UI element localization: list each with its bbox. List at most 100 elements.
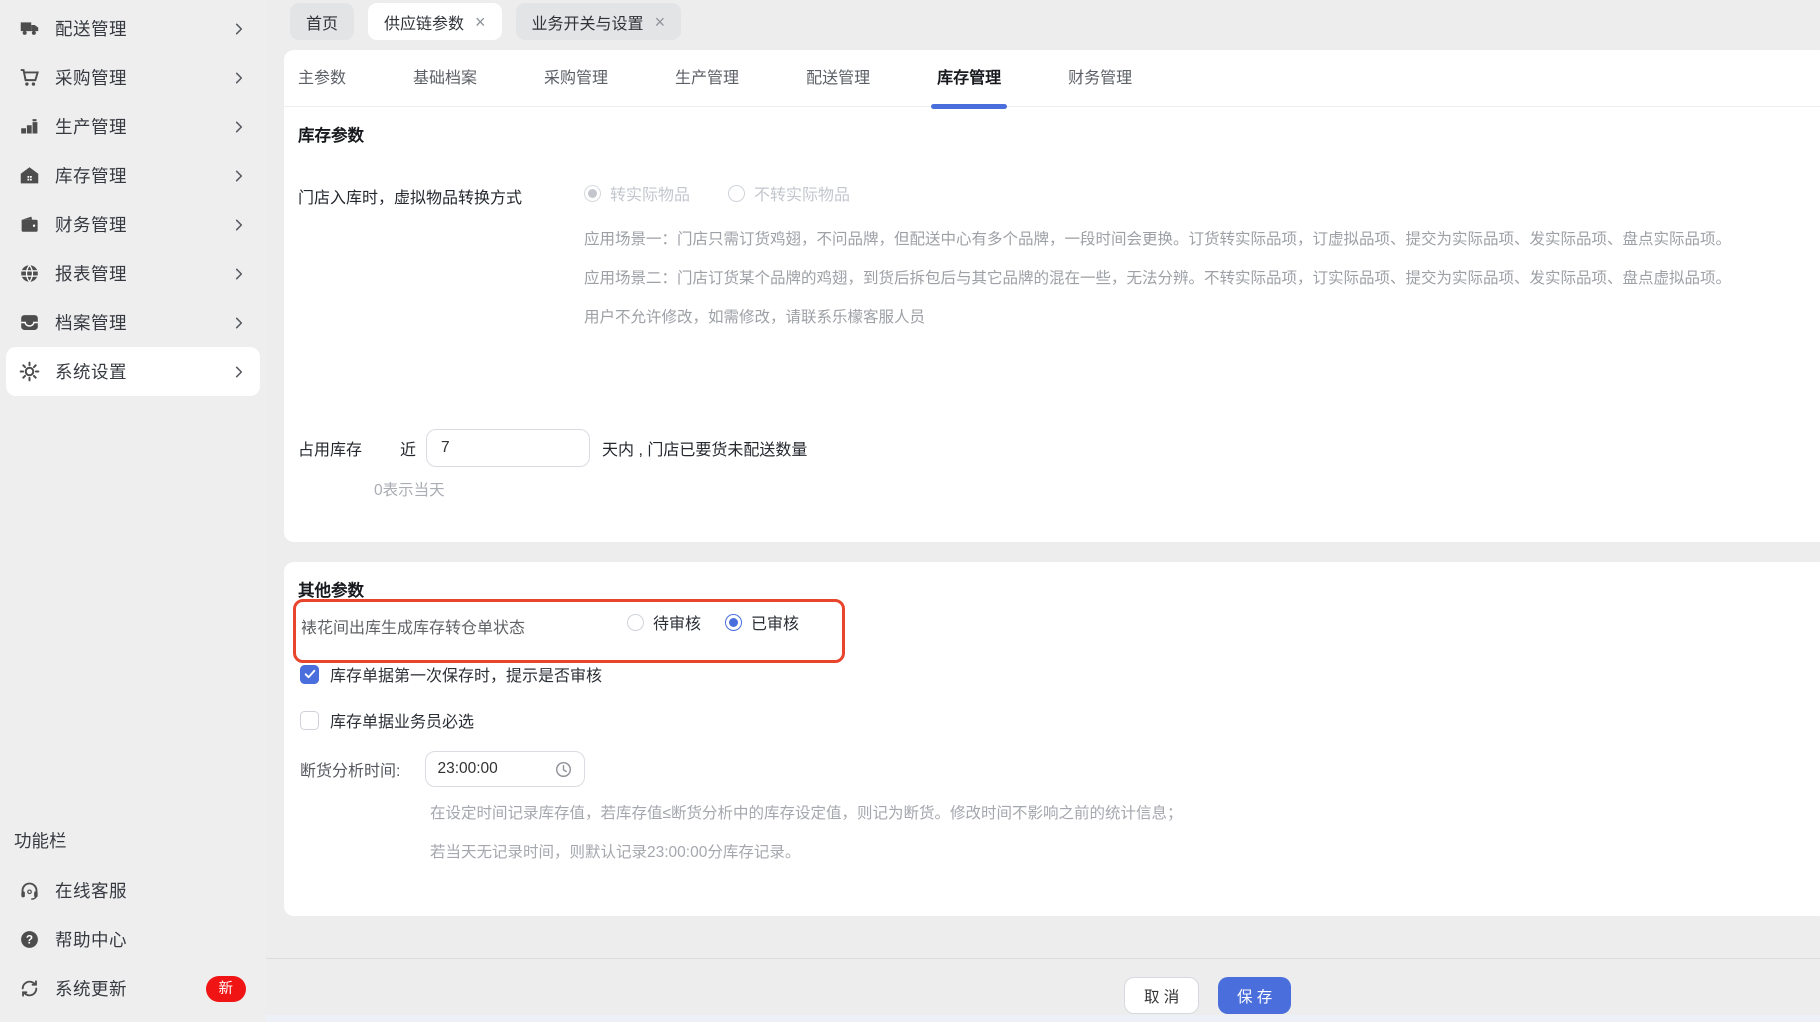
sidebar-item-inventory[interactable]: 库存管理 <box>6 151 260 200</box>
sidebar-item-label: 财务管理 <box>55 215 127 235</box>
cancel-button[interactable]: 取 消 <box>1124 977 1200 1014</box>
clock-icon[interactable] <box>554 760 573 779</box>
section-title-other: 其他参数 <box>298 582 364 600</box>
sidebar-item-reports[interactable]: 报表管理 <box>6 249 260 298</box>
truck-icon <box>18 18 40 40</box>
tab-label: 供应链参数 <box>384 15 465 33</box>
sidebar-item-label: 档案管理 <box>55 313 127 333</box>
section-title-inventory: 库存参数 <box>298 127 364 145</box>
param-tab-production[interactable]: 生产管理 <box>675 50 739 107</box>
occupy-days-input[interactable] <box>426 429 591 467</box>
occupy-inventory-label: 占用库存 <box>298 442 363 459</box>
sidebar-item-help-center[interactable]: ? 帮助中心 <box>6 915 260 964</box>
bottom-strip <box>266 1015 1820 1022</box>
save-button[interactable]: 保 存 <box>1218 977 1292 1014</box>
radio-label: 不转实际物品 <box>754 187 851 204</box>
stockout-time-picker[interactable] <box>425 751 586 787</box>
sidebar-item-system-update[interactable]: 系统更新 新 <box>6 964 260 1013</box>
production-icon <box>18 116 40 138</box>
radio-option-pending-review[interactable]: 待审核 <box>627 610 701 634</box>
checkbox-row-first-save-prompt[interactable]: 库存单据第一次保存时，提示是否审核 <box>300 662 602 686</box>
tab-business-switch-settings[interactable]: 业务开关与设置 × <box>515 3 682 40</box>
sidebar-item-label: 库存管理 <box>55 166 127 186</box>
occupy-days-prefix: 近 <box>400 442 417 459</box>
radio-selected-disabled-icon <box>584 184 601 202</box>
sidebar-item-settings[interactable]: 系统设置 <box>6 347 260 396</box>
checkbox-label: 库存单据业务员必选 <box>330 714 475 731</box>
inventory-params-panel: 主参数 基础档案 采购管理 生产管理 配送管理 库存管理 财务管理 库存参数 门… <box>284 50 1820 542</box>
radio-selected-icon[interactable] <box>725 613 743 631</box>
scenario-2-text: 应用场景二：门店订货某个品牌的鸡翅，到货后拆包后与其它品牌的混在一些，无法分辨。… <box>584 270 1732 287</box>
chevron-right-icon <box>232 218 246 232</box>
sidebar: 配送管理 采购管理 生产管理 库存管理 财务管理 报表管理 档案管理 系统设置 … <box>0 0 266 1022</box>
radio-option-reviewed[interactable]: 已审核 <box>725 610 799 634</box>
globe-icon <box>18 263 40 285</box>
warehouse-icon <box>18 165 40 187</box>
virtual-item-conversion-label: 门店入库时，虚拟物品转换方式 <box>298 190 523 207</box>
sidebar-item-finance[interactable]: 财务管理 <box>6 200 260 249</box>
radio-option-convert-actual: 转实际物品 <box>584 181 690 205</box>
occupy-helper-text: 0表示当天 <box>374 482 445 499</box>
scenario-1-text: 应用场景一：门店只需订货鸡翅，不问品牌，但配送中心有多个品牌，一段时间会更换。订… <box>584 231 1732 248</box>
param-tab-inventory[interactable]: 库存管理 <box>937 50 1001 107</box>
checkbox-row-salesman-required[interactable]: 库存单据业务员必选 <box>300 708 474 732</box>
sidebar-item-purchase[interactable]: 采购管理 <box>6 53 260 102</box>
chevron-right-icon <box>232 267 246 281</box>
sidebar-item-label: 生产管理 <box>55 117 127 137</box>
help-icon: ? <box>18 929 40 951</box>
cart-icon <box>18 67 40 89</box>
scenario-description: 应用场景一：门店只需订货鸡翅，不问品牌，但配送中心有多个品牌，一段时间会更换。订… <box>584 225 1819 342</box>
stockout-helper-2: 若当天无记录时间，则默认记录23:00:00分库存记录。 <box>430 844 801 861</box>
chevron-right-icon <box>232 22 246 36</box>
param-tab-main[interactable]: 主参数 <box>298 50 346 107</box>
sidebar-item-label: 系统更新 <box>55 979 127 999</box>
virtual-item-radio-group: 转实际物品 不转实际物品 <box>584 181 850 205</box>
close-icon[interactable]: × <box>475 13 486 31</box>
sidebar-item-label: 配送管理 <box>55 19 127 39</box>
chevron-right-icon <box>232 316 246 330</box>
sidebar-item-label: 报表管理 <box>55 264 127 284</box>
action-footer: 取 消 保 存 <box>266 958 1820 1015</box>
stockout-time-label: 断货分析时间: <box>300 763 401 780</box>
occupy-days-suffix: 天内 , 门店已要货未配送数量 <box>602 442 808 459</box>
radio-label: 待审核 <box>653 616 702 633</box>
stockout-helper-1: 在设定时间记录库存值，若库存值≤断货分析中的库存设定值，则记为断货。修改时间不影… <box>430 805 1183 822</box>
param-tab-basic-archives[interactable]: 基础档案 <box>413 50 477 107</box>
radio-label: 已审核 <box>751 616 800 633</box>
sidebar-item-online-service[interactable]: 在线客服 <box>6 866 260 915</box>
chevron-right-icon <box>232 120 246 134</box>
no-modify-note: 用户不允许修改，如需修改，请联系乐檬客服人员 <box>584 309 926 326</box>
tab-supply-chain-params[interactable]: 供应链参数 × <box>368 3 502 40</box>
sidebar-item-label: 帮助中心 <box>55 930 127 950</box>
param-category-tabs: 主参数 基础档案 采购管理 生产管理 配送管理 库存管理 财务管理 <box>284 50 1820 107</box>
tab-label: 业务开关与设置 <box>531 15 644 33</box>
new-badge: 新 <box>205 975 246 1002</box>
sidebar-footer: 在线客服 ? 帮助中心 系统更新 新 <box>0 866 266 1013</box>
checkbox-checked-icon[interactable] <box>300 664 319 684</box>
chevron-right-icon <box>232 365 246 379</box>
tab-label: 首页 <box>306 15 339 33</box>
radio-unselected-icon[interactable] <box>627 613 644 631</box>
radio-option-no-convert-actual: 不转实际物品 <box>728 181 850 205</box>
sidebar-item-archives[interactable]: 档案管理 <box>6 298 260 347</box>
param-tab-purchase[interactable]: 采购管理 <box>544 50 608 107</box>
checkbox-unchecked-icon[interactable] <box>300 710 319 730</box>
sidebar-item-label: 在线客服 <box>55 881 127 901</box>
param-tab-finance[interactable]: 财务管理 <box>1068 50 1132 107</box>
transfer-order-status-label: 裱花间出库生成库存转仓单状态 <box>301 620 526 637</box>
sidebar-item-label: 采购管理 <box>55 68 127 88</box>
tab-home[interactable]: 首页 <box>290 3 355 40</box>
headset-icon <box>18 880 40 902</box>
sidebar-item-production[interactable]: 生产管理 <box>6 102 260 151</box>
param-tab-delivery[interactable]: 配送管理 <box>806 50 870 107</box>
radio-label: 转实际物品 <box>610 187 691 204</box>
sidebar-nav: 配送管理 采购管理 生产管理 库存管理 财务管理 报表管理 档案管理 系统设置 <box>0 4 266 396</box>
sidebar-item-delivery[interactable]: 配送管理 <box>6 4 260 53</box>
svg-text:?: ? <box>25 933 32 947</box>
transfer-order-status-radio-group: 待审核 已审核 <box>627 610 799 634</box>
stockout-time-input[interactable] <box>437 760 555 778</box>
gear-icon <box>18 361 40 383</box>
chevron-right-icon <box>232 71 246 85</box>
other-params-panel: 其他参数 裱花间出库生成库存转仓单状态 待审核 已审核 库存单据第一次保存时，提… <box>284 562 1820 916</box>
close-icon[interactable]: × <box>655 13 666 31</box>
